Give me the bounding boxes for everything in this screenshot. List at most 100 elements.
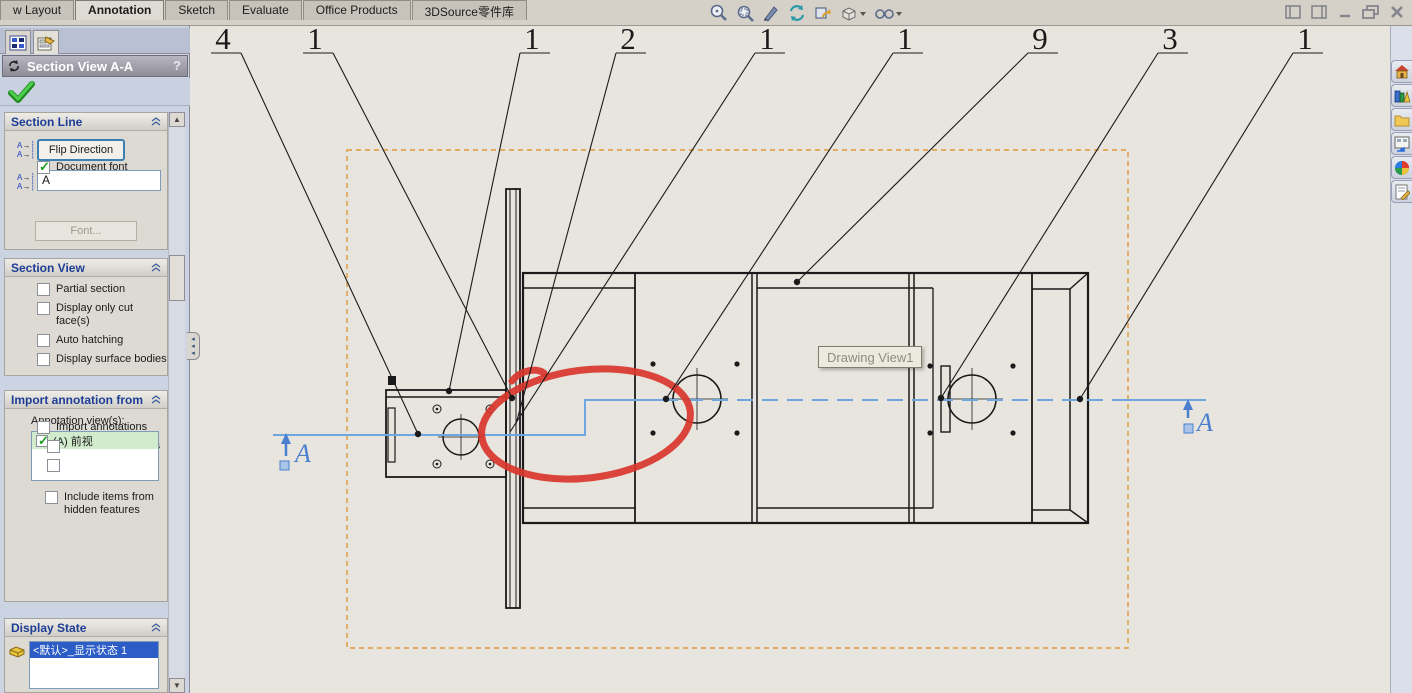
display-state-row[interactable]: <默认>_显示状态 1 xyxy=(30,642,158,658)
balloon-2[interactable]: 2 xyxy=(515,21,646,425)
custom-properties-icon xyxy=(1395,184,1410,200)
display-surface-label: Display surface bodies xyxy=(56,353,167,365)
dimxpert-annotations-checkbox[interactable] xyxy=(47,459,60,472)
help-button[interactable]: ? xyxy=(173,58,181,73)
tab-evaluate[interactable]: Evaluate xyxy=(229,0,302,20)
balloon-9[interactable]: 9 xyxy=(793,21,1058,286)
graphics-area[interactable]: A A 411211931 Drawing View1 三维网www.3dpor… xyxy=(190,21,1390,693)
minimize-icon[interactable] xyxy=(1336,4,1354,20)
view-palette-tab[interactable] xyxy=(1391,132,1412,155)
balloon-1[interactable]: 1 xyxy=(303,21,516,402)
document-font-checkbox[interactable] xyxy=(37,159,50,175)
auto-hatching-checkbox[interactable] xyxy=(37,334,50,347)
panel-scrollbar[interactable]: ▲ ▼ xyxy=(168,112,185,693)
import-annotation-group: Import annotation from Annotation view(s… xyxy=(4,390,168,602)
balloon-1[interactable]: 1 xyxy=(445,21,550,395)
balloon-number: 3 xyxy=(1162,26,1178,56)
tab-layout[interactable]: w Layout xyxy=(0,0,75,20)
command-tabs: w Layout Annotation Sketch Evaluate Offi… xyxy=(0,0,528,20)
property-form-icon xyxy=(37,35,55,50)
auto-hatching-label: Auto hatching xyxy=(56,334,124,346)
group-title: Import annotation from xyxy=(11,392,143,407)
balloon-number: 1 xyxy=(897,26,913,56)
property-manager-tab[interactable] xyxy=(33,30,59,54)
section-marker-left[interactable]: A xyxy=(279,433,311,471)
panel-splitter-handle[interactable]: ◂ ◂ ◂ xyxy=(187,332,200,360)
balloon-4[interactable]: 4 xyxy=(211,21,422,438)
partial-section-checkbox[interactable] xyxy=(37,283,50,296)
import-annotations-checkbox[interactable] xyxy=(37,421,50,434)
ok-check-icon[interactable] xyxy=(6,79,36,105)
balloon-number: 1 xyxy=(1297,26,1313,56)
feature-manager-tab[interactable] xyxy=(5,30,31,54)
confirm-bar xyxy=(0,78,190,106)
import-annotation-header[interactable]: Import annotation from xyxy=(5,391,167,409)
include-hidden-label: Include items from hidden features xyxy=(64,491,154,516)
panel-header: Section View A-A ? xyxy=(2,55,188,77)
view-settings-icon[interactable] xyxy=(872,3,904,23)
section-letter-left: A xyxy=(293,439,311,468)
section-view-header[interactable]: Section View xyxy=(5,259,167,277)
rebuild-icon[interactable] xyxy=(786,3,808,23)
section-line[interactable] xyxy=(273,399,1206,436)
close-icon[interactable] xyxy=(1388,4,1406,20)
balloon-number: 1 xyxy=(759,26,775,56)
balloon-number: 2 xyxy=(620,26,636,56)
property-manager-tabs xyxy=(0,28,190,54)
partial-section-label: Partial section xyxy=(56,283,126,295)
display-surface-checkbox[interactable] xyxy=(37,353,50,366)
section-line-header[interactable]: Section Line xyxy=(5,113,167,131)
balloon-number: 1 xyxy=(524,26,540,56)
display-only-cut-checkbox[interactable] xyxy=(37,302,50,315)
design-library-tab[interactable] xyxy=(1391,84,1412,107)
restore-icon[interactable] xyxy=(1362,4,1380,20)
home-tab[interactable] xyxy=(1391,60,1412,83)
drawing-sheet[interactable]: A A 4 1 1 2 1 1 9 3 1 xyxy=(190,21,1390,693)
flip-direction-button[interactable]: Flip Direction xyxy=(37,139,125,161)
collapse-icon[interactable] xyxy=(151,623,161,632)
feature-tree-icon xyxy=(9,35,27,50)
balloon-number: 9 xyxy=(1032,26,1048,56)
appearances-tab[interactable] xyxy=(1391,156,1412,179)
top-toolbar: w Layout Annotation Sketch Evaluate Offi… xyxy=(0,0,1412,26)
home-icon xyxy=(1395,64,1409,78)
design-annotations-checkbox[interactable] xyxy=(47,440,60,453)
group-title: Section View xyxy=(11,260,85,275)
redline-annotate-icon[interactable] xyxy=(760,3,782,23)
zoom-to-fit-icon[interactable] xyxy=(708,3,730,23)
include-hidden-checkbox[interactable] xyxy=(45,491,58,504)
section-view-group: Section View Partial section Display onl… xyxy=(4,258,168,376)
balloon-1[interactable]: 1 xyxy=(1076,21,1323,403)
drawing-view1[interactable] xyxy=(385,188,1090,609)
section-label-input[interactable]: A xyxy=(37,170,161,191)
font-button[interactable]: Font... xyxy=(35,221,137,241)
balloon-3[interactable]: 3 xyxy=(937,21,1188,402)
collapse-icon[interactable] xyxy=(151,117,161,126)
tab-annotation[interactable]: Annotation xyxy=(75,0,165,20)
scroll-down-button[interactable]: ▼ xyxy=(169,678,185,693)
zoom-to-area-icon[interactable] xyxy=(734,3,756,23)
tab-sketch[interactable]: Sketch xyxy=(165,0,229,20)
collapse-right-pane-icon[interactable] xyxy=(1310,4,1328,20)
view-palette-icon xyxy=(1394,136,1410,152)
display-state-list[interactable]: <默认>_显示状态 1 xyxy=(29,641,159,689)
scroll-thumb[interactable] xyxy=(169,255,185,301)
annotation-views-list[interactable]: (A) 前视 xyxy=(31,431,159,481)
custom-properties-tab[interactable] xyxy=(1391,180,1412,203)
folder-icon xyxy=(1394,115,1410,126)
view-orientation-icon[interactable] xyxy=(838,3,868,23)
display-state-header[interactable]: Display State xyxy=(5,619,167,637)
section-marker-right[interactable]: A xyxy=(1183,399,1213,437)
section-line-group: Section Line A→┆ A→┆ Flip Direction A→┆ A→… xyxy=(4,112,168,250)
collapse-icon[interactable] xyxy=(151,395,161,404)
tab-office-products[interactable]: Office Products xyxy=(302,0,411,20)
tab-3dsource[interactable]: 3DSource零件库 xyxy=(411,0,527,20)
update-view-icon[interactable] xyxy=(812,3,834,23)
section-view-icon xyxy=(9,60,19,72)
balloon-number: 1 xyxy=(307,26,323,56)
scroll-up-button[interactable]: ▲ xyxy=(169,112,185,127)
collapse-icon[interactable] xyxy=(151,263,161,272)
group-title: Section Line xyxy=(11,114,83,129)
collapse-left-pane-icon[interactable] xyxy=(1284,4,1302,20)
file-explorer-tab[interactable] xyxy=(1391,108,1412,131)
